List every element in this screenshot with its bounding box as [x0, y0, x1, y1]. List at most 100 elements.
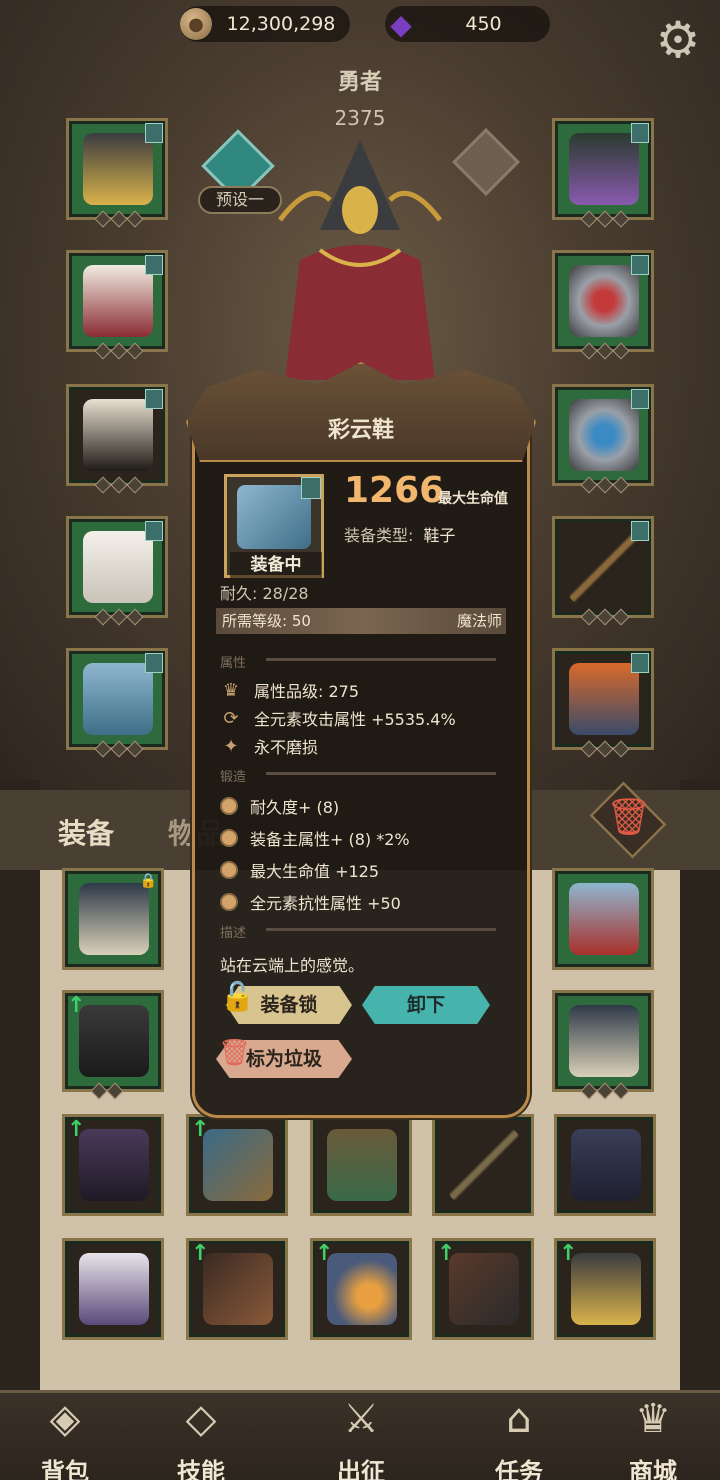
inventory-item[interactable]: 🔒: [62, 868, 164, 970]
equip-slot-armor[interactable]: [66, 250, 168, 360]
forging-text: 装备主属性+ (8) *2%: [250, 830, 410, 849]
inventory-item[interactable]: [552, 868, 654, 970]
equip-slot-weapon[interactable]: [552, 516, 654, 626]
sparkle-icon: ✦: [223, 735, 239, 757]
ring-icon: [569, 399, 639, 471]
pants-icon: [83, 531, 153, 603]
nav-expedition[interactable]: ⚔ 出征: [306, 1392, 416, 1480]
orb-shield-icon: [327, 1253, 397, 1325]
inventory-item[interactable]: [552, 990, 654, 1100]
rarity-badge: [145, 389, 163, 409]
gem-counter: ◆ 450: [385, 6, 550, 42]
inventory-frame-left: [0, 780, 40, 1400]
inventory-item[interactable]: [432, 1114, 534, 1216]
rarity-badge: [631, 389, 649, 409]
battle-map-icon: ⚔: [343, 1396, 379, 1442]
socket-pips: [94, 476, 144, 494]
item-durability: 耐久: 28/28: [220, 584, 309, 603]
padlock-icon[interactable]: 🔓: [220, 980, 255, 1026]
item-main-value: 1266: [344, 470, 445, 511]
inventory-item[interactable]: ↑: [62, 990, 164, 1100]
section-attributes: 属性: [220, 656, 247, 671]
robe-icon: [83, 265, 153, 337]
equip-slot-pants[interactable]: [66, 516, 168, 626]
socket-pips: [94, 740, 144, 758]
forging-line: 装备主属性+ (8) *2%: [220, 826, 410, 850]
equip-slot-ring-1[interactable]: [552, 250, 654, 360]
forge-dot-icon: [220, 893, 238, 911]
inventory-item[interactable]: [310, 1114, 412, 1216]
inventory-item[interactable]: ↑: [62, 1114, 164, 1216]
trash-icon[interactable]: 🗑: [606, 796, 652, 840]
cloak-armor-icon: [79, 883, 149, 955]
equip-slot-ring-2[interactable]: [552, 384, 654, 494]
skill-book-icon: ◇: [185, 1396, 217, 1442]
forge-dot-icon: [220, 829, 238, 847]
section-description: 描述: [220, 926, 247, 941]
forging-text: 耐久度+ (8): [250, 798, 340, 817]
nav-label: 任务: [495, 1458, 543, 1480]
equip-slot-helmet[interactable]: [66, 118, 168, 228]
section-forging: 锻造: [220, 770, 247, 785]
item-type-label: 装备类型:: [344, 526, 414, 545]
socket-pips: [580, 342, 630, 360]
nav-skills[interactable]: ◇ 技能: [146, 1392, 256, 1480]
crossbow-icon: [449, 1253, 519, 1325]
belt-icon: [327, 1129, 397, 1201]
boots-icon: [569, 883, 639, 955]
coin-amount: 12,300,298: [226, 13, 336, 35]
rarity-badge: [301, 477, 321, 499]
gem-amount: 450: [465, 13, 502, 35]
coin-icon: ●: [180, 8, 212, 40]
boots-icon: [237, 485, 311, 549]
armor-icon: [571, 1129, 641, 1201]
hero-portrait: [278, 140, 442, 380]
equip-slot-offhand[interactable]: [552, 648, 654, 758]
forge-dot-icon: [220, 797, 238, 815]
forging-text: 全元素抗性属性 +50: [250, 894, 401, 913]
nav-quests[interactable]: ⌂ 任务: [464, 1392, 574, 1480]
bow-icon: [203, 1253, 273, 1325]
item-type: 装备类型: 鞋子: [344, 522, 455, 546]
inventory-item[interactable]: ↑: [310, 1238, 412, 1340]
equip-slot-boots[interactable]: [66, 648, 168, 758]
inventory-item[interactable]: ↑: [432, 1238, 534, 1340]
cycle-icon: ⟳: [223, 707, 239, 729]
rarity-badge: [631, 521, 649, 541]
socket-pips: [580, 1082, 630, 1100]
boots-icon: [83, 663, 153, 735]
tab-equipment[interactable]: 装备: [58, 812, 114, 852]
nav-label: 出征: [337, 1458, 385, 1480]
lantern-icon: [79, 1129, 149, 1201]
equip-slot-gloves[interactable]: [66, 384, 168, 494]
lock-icon: 🔒: [139, 873, 157, 889]
staff-icon: [569, 531, 639, 603]
nav-shop[interactable]: ♛ 商城: [598, 1392, 708, 1480]
helmet-icon: [83, 133, 153, 205]
spellbook-icon: [569, 663, 639, 735]
rarity-badge: [145, 653, 163, 673]
unequip-button[interactable]: 卸下: [362, 986, 490, 1024]
inventory-item[interactable]: [62, 1238, 164, 1340]
attribute-text: 全元素攻击属性 +5535.4%: [254, 710, 456, 729]
section-divider: [266, 658, 496, 661]
required-level: 所需等级: 50: [222, 612, 311, 630]
equip-slot-necklace[interactable]: [552, 118, 654, 228]
inventory-item[interactable]: ↑: [186, 1238, 288, 1340]
nav-label: 技能: [177, 1458, 225, 1480]
trash-can-icon[interactable]: 🗑: [218, 1038, 251, 1080]
coin-counter: ● 12,300,298: [180, 6, 350, 42]
shop-crown-icon: ♛: [635, 1396, 671, 1442]
settings-gear-icon[interactable]: ⚙: [650, 12, 706, 68]
forging-text: 最大生命值 +125: [250, 862, 380, 881]
attribute-text: 永不磨损: [254, 738, 319, 757]
inventory-item[interactable]: ↑: [186, 1114, 288, 1216]
inventory-item[interactable]: [554, 1114, 656, 1216]
staff-icon: [203, 1129, 273, 1201]
item-type-value: 鞋子: [423, 526, 456, 545]
nav-label: 背包: [41, 1458, 89, 1480]
forging-line: 耐久度+ (8): [220, 794, 339, 818]
item-main-value-label: 最大生命值: [438, 491, 508, 507]
inventory-item[interactable]: ↑: [554, 1238, 656, 1340]
nav-bag[interactable]: ◈ 背包: [10, 1392, 120, 1480]
